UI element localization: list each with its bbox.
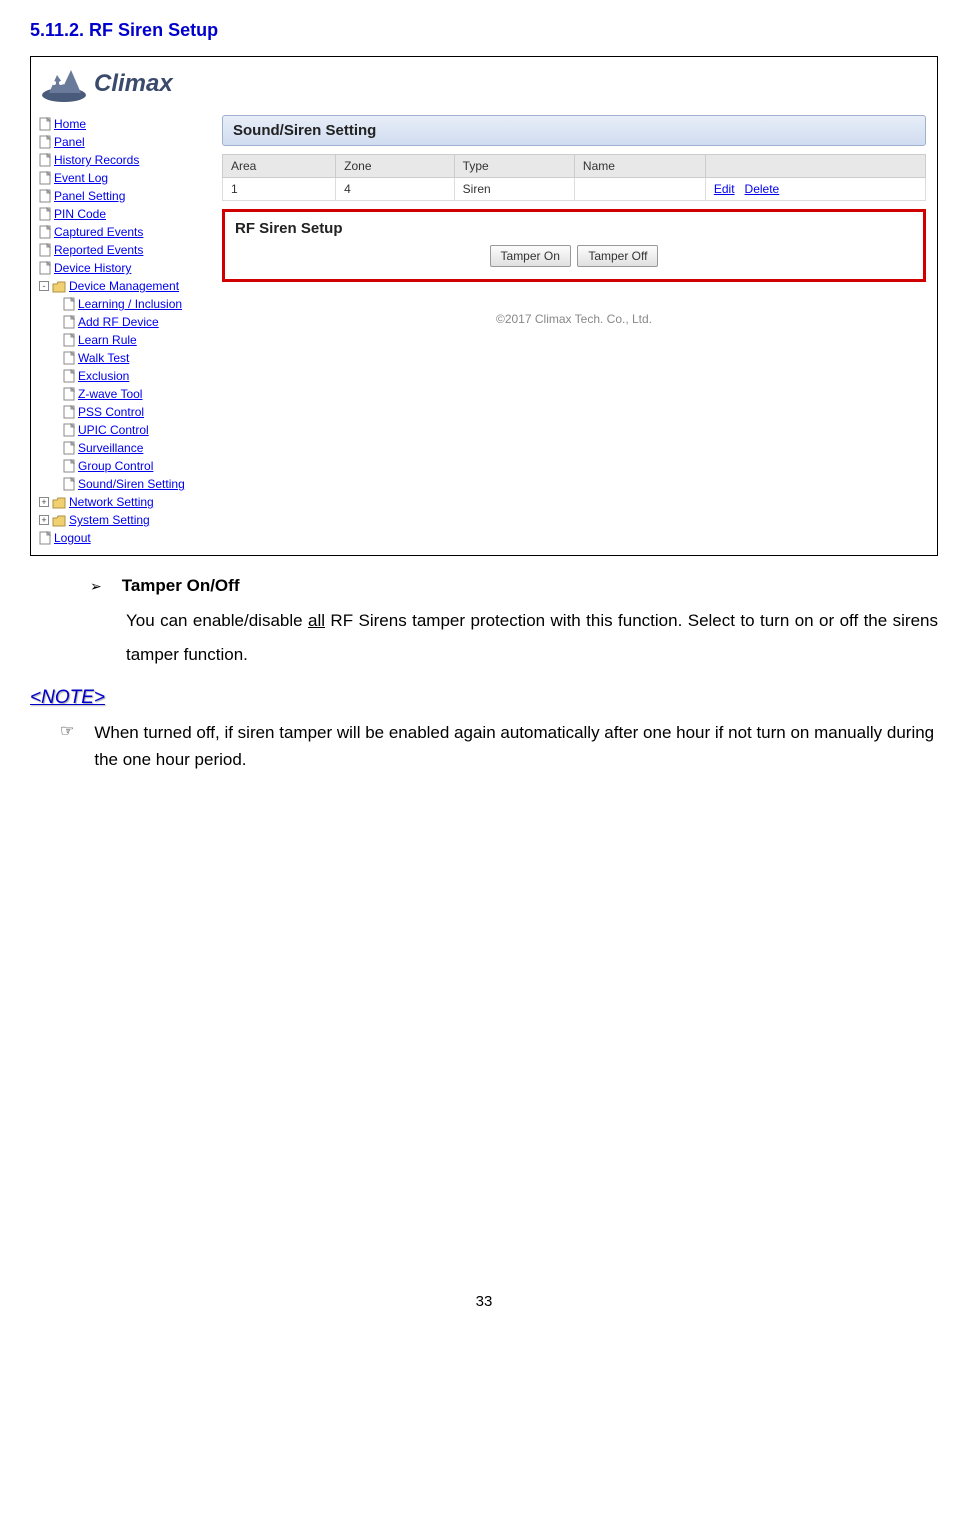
file-icon	[63, 351, 75, 365]
bullet-title: Tamper On/Off	[122, 576, 240, 596]
sidebar-nav: Home Panel History Records Event Log Pan…	[37, 115, 212, 547]
screenshot-panel: Climax Home Panel History Records Event …	[30, 56, 938, 556]
col-name: Name	[574, 155, 705, 178]
rf-box-title: RF Siren Setup	[235, 220, 913, 237]
sidebar-item-system[interactable]: +System Setting	[37, 511, 212, 529]
tamper-on-button[interactable]: Tamper On	[490, 245, 571, 267]
expand-icon[interactable]: +	[39, 497, 49, 507]
sidebar-item-pin-code[interactable]: PIN Code	[37, 205, 212, 223]
file-icon	[39, 531, 51, 545]
col-type: Type	[454, 155, 574, 178]
expand-icon[interactable]: +	[39, 515, 49, 525]
tamper-off-button[interactable]: Tamper Off	[577, 245, 658, 267]
sidebar-item-logout[interactable]: Logout	[37, 529, 212, 547]
file-icon	[63, 423, 75, 437]
file-icon	[39, 243, 51, 257]
cell-type: Siren	[454, 178, 574, 201]
file-icon	[39, 225, 51, 239]
sidebar-item-device-management[interactable]: - Device Management	[37, 277, 212, 295]
file-icon	[63, 297, 75, 311]
sidebar-item-learn-rule[interactable]: Learn Rule	[61, 331, 212, 349]
file-icon	[63, 387, 75, 401]
col-actions	[705, 155, 925, 178]
note-text: When turned off, if siren tamper will be…	[94, 719, 938, 773]
edit-link[interactable]: Edit	[714, 182, 735, 196]
sidebar-item-event-log[interactable]: Event Log	[37, 169, 212, 187]
file-icon	[63, 369, 75, 383]
sidebar-item-learning[interactable]: Learning / Inclusion	[61, 295, 212, 313]
file-icon	[63, 459, 75, 473]
folder-icon	[52, 514, 66, 526]
sidebar-item-device-history[interactable]: Device History	[37, 259, 212, 277]
cell-name	[574, 178, 705, 201]
file-icon	[39, 153, 51, 167]
cell-zone: 4	[336, 178, 455, 201]
file-icon	[39, 171, 51, 185]
panel-header: Sound/Siren Setting	[222, 115, 926, 146]
folder-icon	[52, 496, 66, 508]
table-row: 1 4 Siren Edit Delete	[223, 178, 926, 201]
col-area: Area	[223, 155, 336, 178]
sidebar-item-walk-test[interactable]: Walk Test	[61, 349, 212, 367]
file-icon	[63, 333, 75, 347]
rf-siren-setup-box: RF Siren Setup Tamper On Tamper Off	[222, 209, 926, 282]
col-zone: Zone	[336, 155, 455, 178]
sidebar-item-pss[interactable]: PSS Control	[61, 403, 212, 421]
sidebar-item-history-records[interactable]: History Records	[37, 151, 212, 169]
sidebar-item-zwave[interactable]: Z-wave Tool	[61, 385, 212, 403]
bullet-description: You can enable/disable all RF Sirens tam…	[90, 604, 938, 672]
sidebar-item-surveillance[interactable]: Surveillance	[61, 439, 212, 457]
file-icon	[63, 477, 75, 491]
sidebar-item-upic[interactable]: UPIC Control	[61, 421, 212, 439]
pointing-hand-icon: ☞	[60, 719, 74, 773]
folder-open-icon	[52, 280, 66, 292]
file-icon	[63, 405, 75, 419]
cell-area: 1	[223, 178, 336, 201]
sidebar-item-exclusion[interactable]: Exclusion	[61, 367, 212, 385]
logo-icon	[39, 65, 89, 103]
note-label: <NOTE>	[30, 687, 938, 709]
sidebar-item-network[interactable]: +Network Setting	[37, 493, 212, 511]
file-icon	[63, 441, 75, 455]
cell-actions: Edit Delete	[705, 178, 925, 201]
copyright-text: ©2017 Climax Tech. Co., Ltd.	[222, 312, 926, 326]
page-number: 33	[30, 1293, 938, 1310]
sidebar-item-reported-events[interactable]: Reported Events	[37, 241, 212, 259]
device-table: Area Zone Type Name 1 4 Siren Edit	[222, 154, 926, 201]
sidebar-item-panel-setting[interactable]: Panel Setting	[37, 187, 212, 205]
sidebar-item-home[interactable]: Home	[37, 115, 212, 133]
delete-link[interactable]: Delete	[745, 182, 780, 196]
file-icon	[39, 135, 51, 149]
arrow-bullet-icon: ➢	[90, 578, 102, 595]
sidebar-item-sound-siren[interactable]: Sound/Siren Setting	[61, 475, 212, 493]
file-icon	[39, 189, 51, 203]
doc-bullet-section: ➢ Tamper On/Off You can enable/disable a…	[30, 576, 938, 672]
sidebar-item-captured-events[interactable]: Captured Events	[37, 223, 212, 241]
file-icon	[39, 117, 51, 131]
logo-area: Climax	[37, 63, 931, 105]
sidebar-item-group[interactable]: Group Control	[61, 457, 212, 475]
file-icon	[39, 261, 51, 275]
sidebar-item-panel[interactable]: Panel	[37, 133, 212, 151]
collapse-icon[interactable]: -	[39, 281, 49, 291]
content-area: Sound/Siren Setting Area Zone Type Name …	[222, 115, 931, 547]
section-title: 5.11.2. RF Siren Setup	[30, 20, 938, 41]
logo-text: Climax	[94, 70, 173, 98]
file-icon	[63, 315, 75, 329]
file-icon	[39, 207, 51, 221]
note-line: ☞ When turned off, if siren tamper will …	[30, 719, 938, 773]
sidebar-item-add-rf[interactable]: Add RF Device	[61, 313, 212, 331]
